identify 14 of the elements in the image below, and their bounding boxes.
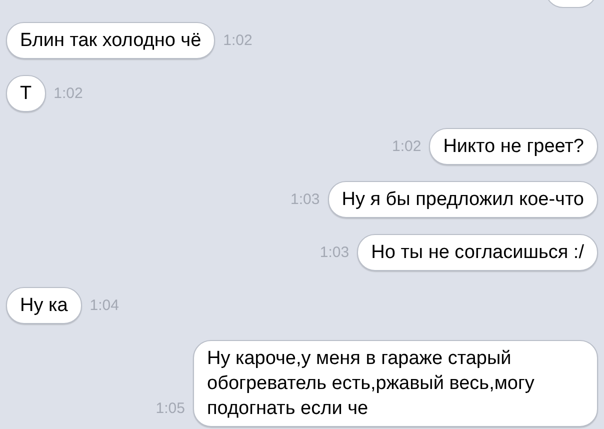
message-time: 1:04	[90, 296, 119, 316]
message-bubble: Блин так холодно чё	[6, 22, 216, 59]
message-time: 1:02	[392, 136, 422, 156]
message-bubble: Ну я бы предложил кое-что	[328, 181, 598, 218]
message-time: 1:03	[320, 242, 350, 262]
message-time: 1:02	[54, 84, 83, 104]
message-time: 1:03	[290, 190, 320, 210]
message-bubble: Но ты не согласишься :/	[357, 234, 598, 271]
message-bubble: Никто не греет?	[429, 128, 598, 165]
message-time: 1:05	[156, 398, 185, 418]
message-bubble: Ну кароче,у меня в гараже старый обогреватель есть,ржавый весь,могу подогнать если че	[193, 340, 598, 427]
message-bubble: Ну ка	[6, 287, 82, 324]
message-bubble: Т	[6, 75, 46, 112]
message-time: 1:02	[223, 30, 252, 50]
